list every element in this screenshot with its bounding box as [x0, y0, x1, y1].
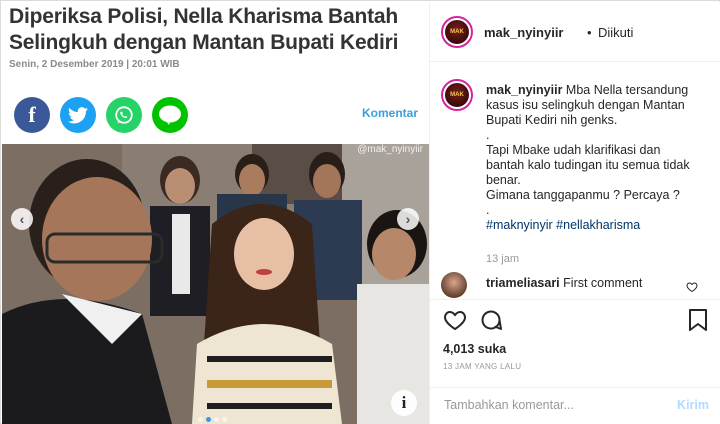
komentar-link: Komentar	[361, 106, 418, 120]
caption-username[interactable]: mak_nyinyiir	[486, 83, 562, 97]
comment-username[interactable]: triameliasari	[486, 276, 560, 290]
caption-line-2: Tapi Mbake udah klarifikasi dan bantah k…	[486, 143, 690, 187]
avatar[interactable]: MAK	[441, 16, 473, 48]
comment-text: First comment	[563, 276, 643, 290]
commenter-avatar[interactable]	[441, 272, 467, 298]
follow-status-button[interactable]: Diikuti	[598, 25, 633, 40]
facebook-glyph: f	[28, 102, 36, 127]
avatar-image: MAK	[445, 83, 469, 107]
caption-avatar[interactable]: MAK	[441, 79, 473, 111]
post-media: Diperiksa Polisi, Nella Kharisma Bantah …	[2, 2, 429, 424]
chevron-left-icon[interactable]: ‹	[11, 208, 33, 230]
share-buttons: f Komentar	[14, 97, 424, 133]
carousel-dot	[222, 417, 227, 422]
caption-timestamp: 13 jam	[486, 253, 520, 265]
post-photo[interactable]: @mak_nyinyiir ‹ › i	[2, 144, 429, 424]
article-dateline: Senin, 2 Desember 2019 | 20:01 WIB	[9, 59, 180, 70]
avatar-image: MAK	[445, 20, 469, 44]
facebook-icon: f	[14, 97, 50, 133]
carousel-dot	[214, 417, 219, 422]
post-header: MAK mak_nyinyiir • Diikuti	[430, 2, 720, 62]
heart-icon[interactable]	[443, 308, 467, 332]
instagram-post-modal: Diperiksa Polisi, Nella Kharisma Bantah …	[0, 0, 720, 424]
send-button[interactable]: Kirim	[677, 398, 709, 412]
like-count[interactable]: 4,013 suka	[443, 342, 506, 356]
article-screenshot-header: Diperiksa Polisi, Nella Kharisma Bantah …	[2, 2, 429, 144]
caption-dot: .	[486, 128, 490, 142]
comment-icon[interactable]	[479, 308, 503, 332]
carousel-dots	[198, 409, 230, 422]
caption-hashtags[interactable]: #maknyinyir #nellakharisma	[486, 218, 696, 233]
comments-section[interactable]: MAK mak_nyinyiir Mba Nella tersandung ka…	[430, 63, 720, 299]
post-caption: mak_nyinyiir Mba Nella tersandung kasus …	[486, 83, 696, 233]
header-username[interactable]: mak_nyinyiir	[484, 25, 564, 40]
twitter-icon	[60, 97, 96, 133]
photo-illustration	[2, 144, 429, 424]
post-side-panel: MAK mak_nyinyiir • Diikuti MAK mak_nyiny…	[429, 2, 720, 424]
comment-input[interactable]	[444, 398, 644, 412]
caption-line-3: Gimana tanggapanmu ? Percaya ?	[486, 188, 680, 202]
comment-like-icon[interactable]	[686, 281, 698, 293]
photo-watermark: @mak_nyinyiir	[357, 144, 423, 155]
add-comment-bar: Kirim	[430, 387, 720, 424]
bookmark-icon[interactable]	[687, 308, 709, 332]
carousel-dot-active	[206, 417, 211, 422]
comment-item: triameliasari First comment	[486, 276, 642, 290]
article-headline: Diperiksa Polisi, Nella Kharisma Bantah …	[9, 5, 399, 54]
caption-dot-2: .	[486, 203, 490, 217]
whatsapp-icon	[106, 97, 142, 133]
carousel-dot	[198, 417, 203, 422]
line-icon	[152, 97, 188, 133]
chevron-right-icon[interactable]: ›	[397, 208, 419, 230]
info-icon[interactable]: i	[391, 390, 417, 416]
header-separator: •	[587, 25, 592, 40]
post-actions: 4,013 suka 13 JAM YANG LALU	[430, 299, 720, 387]
post-time-ago: 13 JAM YANG LALU	[443, 362, 522, 371]
